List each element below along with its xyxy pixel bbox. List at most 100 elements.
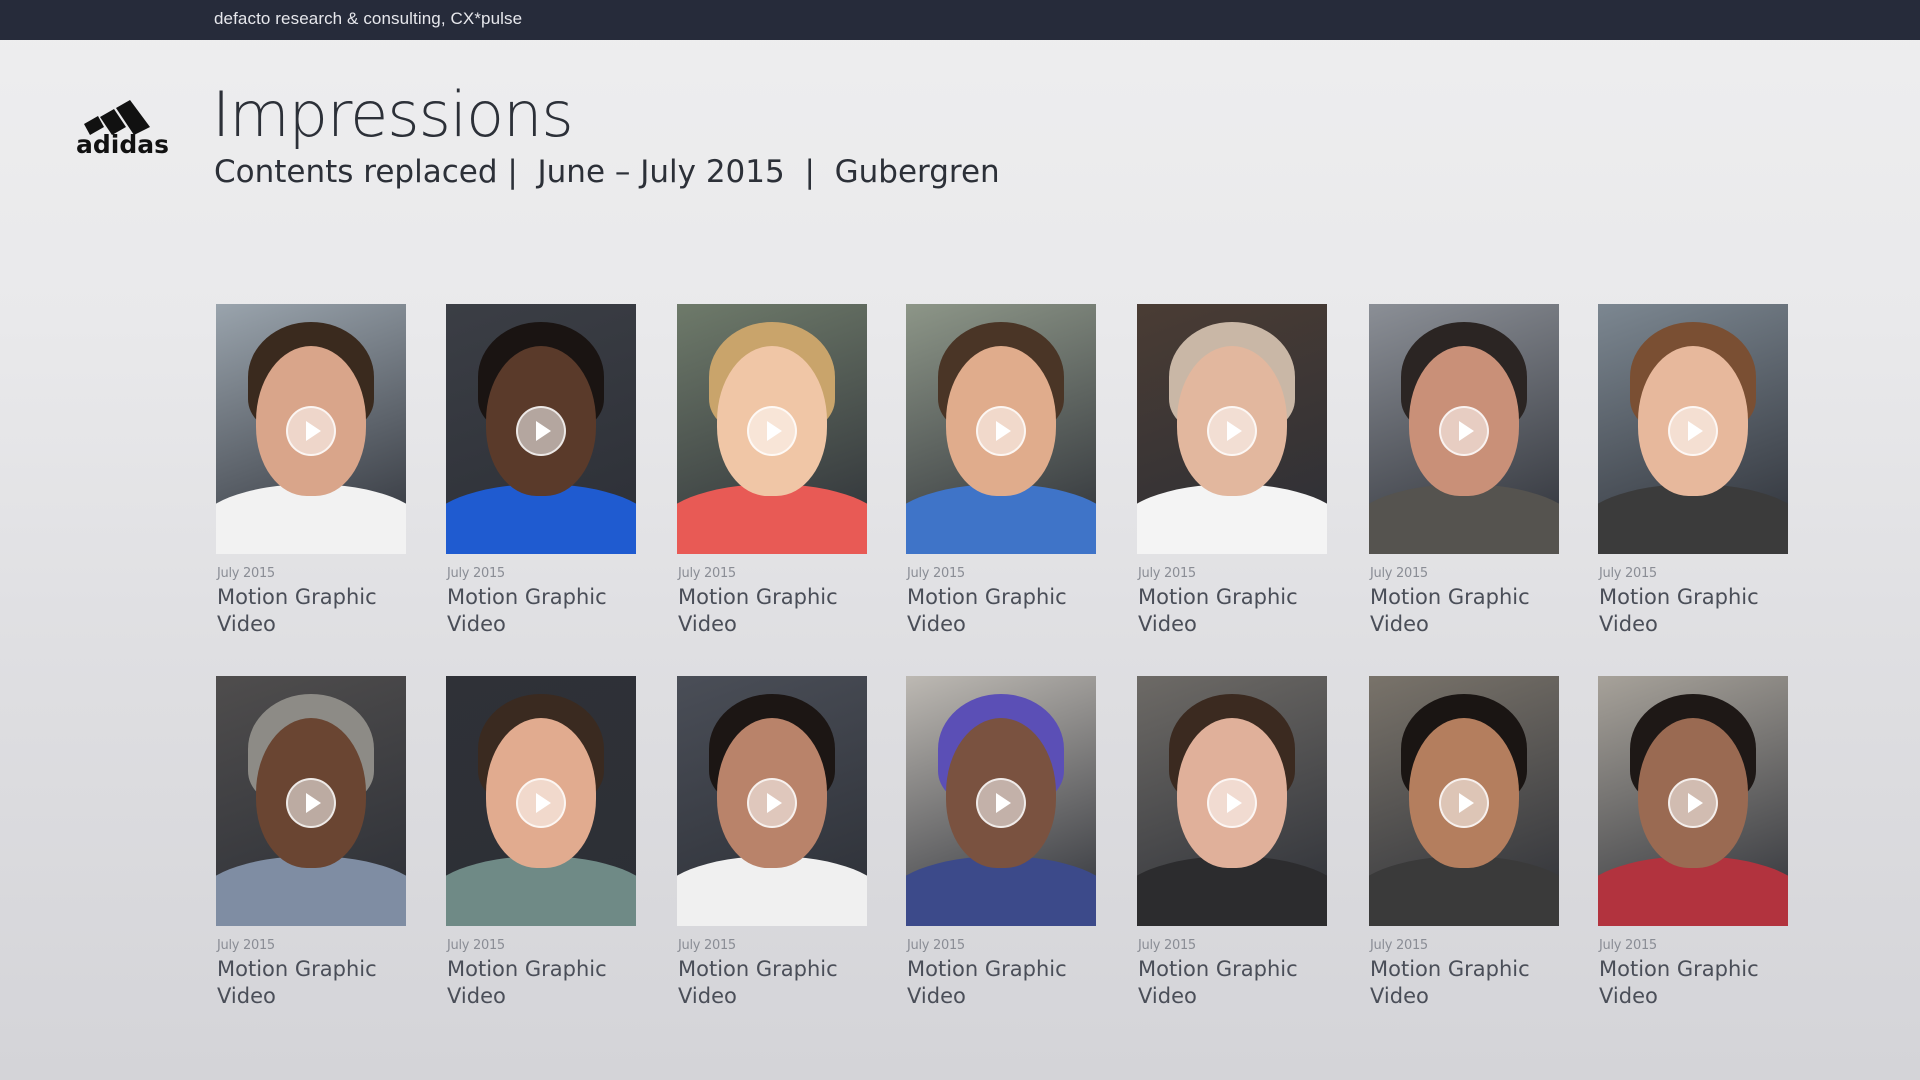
card-subtitle-line: Video xyxy=(217,612,276,636)
card-date: July 2015 xyxy=(1370,938,1428,953)
video-thumbnail[interactable] xyxy=(216,304,406,554)
card-date: July 2015 xyxy=(217,566,275,581)
card-title-line: Motion Graphic xyxy=(907,585,1067,609)
card-subtitle-line: Video xyxy=(1599,612,1658,636)
card-subtitle-line: Video xyxy=(447,612,506,636)
card-title-line: Motion Graphic xyxy=(217,585,377,609)
video-thumbnail[interactable] xyxy=(677,304,867,554)
card-subtitle-line: Video xyxy=(1138,612,1197,636)
video-card[interactable]: July 2015 Motion Graphic Video xyxy=(446,304,636,654)
card-date: July 2015 xyxy=(1599,566,1657,581)
card-date: July 2015 xyxy=(907,566,965,581)
video-thumbnail[interactable] xyxy=(677,676,867,926)
card-subtitle-line: Video xyxy=(1370,984,1429,1008)
play-circle-icon[interactable] xyxy=(1207,778,1257,828)
card-subtitle-line: Video xyxy=(447,984,506,1008)
play-circle-icon[interactable] xyxy=(1207,406,1257,456)
video-card[interactable]: July 2015 Motion Graphic Video xyxy=(906,676,1096,1026)
page-title: Impressions xyxy=(212,78,574,151)
video-card[interactable]: July 2015 Motion Graphic Video xyxy=(677,676,867,1026)
play-circle-icon[interactable] xyxy=(976,406,1026,456)
video-thumbnail[interactable] xyxy=(1369,304,1559,554)
top-bar: defacto research & consulting, CX*pulse xyxy=(0,0,1920,40)
video-thumbnail[interactable] xyxy=(216,676,406,926)
play-circle-icon[interactable] xyxy=(286,406,336,456)
play-circle-icon[interactable] xyxy=(747,778,797,828)
card-date: July 2015 xyxy=(217,938,275,953)
card-date: July 2015 xyxy=(1599,938,1657,953)
video-card[interactable]: July 2015 Motion Graphic Video xyxy=(1598,676,1788,1026)
card-title-line: Motion Graphic xyxy=(447,957,607,981)
card-subtitle-line: Video xyxy=(217,984,276,1008)
video-card[interactable]: July 2015 Motion Graphic Video xyxy=(216,676,406,1026)
video-card[interactable]: July 2015 Motion Graphic Video xyxy=(1137,304,1327,654)
card-title: Motion Graphic Video xyxy=(907,584,1107,638)
video-thumbnail[interactable] xyxy=(906,676,1096,926)
card-title: Motion Graphic Video xyxy=(1599,584,1799,638)
card-title-line: Motion Graphic xyxy=(678,585,838,609)
card-subtitle-line: Video xyxy=(1370,612,1429,636)
card-title-line: Motion Graphic xyxy=(1370,585,1530,609)
video-card[interactable]: July 2015 Motion Graphic Video xyxy=(1369,304,1559,654)
video-thumbnail[interactable] xyxy=(1598,304,1788,554)
play-circle-icon[interactable] xyxy=(976,778,1026,828)
card-title: Motion Graphic Video xyxy=(678,956,878,1010)
video-thumbnail[interactable] xyxy=(1598,676,1788,926)
card-date: July 2015 xyxy=(1370,566,1428,581)
play-circle-icon[interactable] xyxy=(286,778,336,828)
card-title: Motion Graphic Video xyxy=(1138,584,1338,638)
card-title-line: Motion Graphic xyxy=(217,957,377,981)
video-card[interactable]: July 2015 Motion Graphic Video xyxy=(1369,676,1559,1026)
play-circle-icon[interactable] xyxy=(1439,406,1489,456)
video-card[interactable]: July 2015 Motion Graphic Video xyxy=(446,676,636,1026)
card-title: Motion Graphic Video xyxy=(1599,956,1799,1010)
card-title-line: Motion Graphic xyxy=(447,585,607,609)
card-title: Motion Graphic Video xyxy=(907,956,1107,1010)
card-title: Motion Graphic Video xyxy=(1370,956,1570,1010)
card-title-line: Motion Graphic xyxy=(907,957,1067,981)
play-circle-icon[interactable] xyxy=(516,406,566,456)
card-date: July 2015 xyxy=(678,566,736,581)
card-title-line: Motion Graphic xyxy=(1138,585,1298,609)
card-title: Motion Graphic Video xyxy=(217,584,417,638)
card-title-line: Motion Graphic xyxy=(1599,585,1759,609)
card-date: July 2015 xyxy=(678,938,736,953)
play-circle-icon[interactable] xyxy=(1668,778,1718,828)
play-circle-icon[interactable] xyxy=(516,778,566,828)
card-title: Motion Graphic Video xyxy=(447,956,647,1010)
video-thumbnail[interactable] xyxy=(906,304,1096,554)
card-date: July 2015 xyxy=(1138,566,1196,581)
card-subtitle-line: Video xyxy=(1138,984,1197,1008)
video-card[interactable]: July 2015 Motion Graphic Video xyxy=(906,304,1096,654)
video-card[interactable]: July 2015 Motion Graphic Video xyxy=(216,304,406,654)
card-title: Motion Graphic Video xyxy=(447,584,647,638)
video-thumbnail[interactable] xyxy=(446,676,636,926)
card-date: July 2015 xyxy=(907,938,965,953)
card-subtitle-line: Video xyxy=(1599,984,1658,1008)
card-title-line: Motion Graphic xyxy=(1599,957,1759,981)
card-date: July 2015 xyxy=(1138,938,1196,953)
play-circle-icon[interactable] xyxy=(747,406,797,456)
card-title-line: Motion Graphic xyxy=(1370,957,1530,981)
video-thumbnail[interactable] xyxy=(1137,676,1327,926)
company-label: defacto research & consulting, CX*pulse xyxy=(214,9,523,28)
card-subtitle-line: Video xyxy=(907,984,966,1008)
card-subtitle-line: Video xyxy=(678,984,737,1008)
video-card[interactable]: July 2015 Motion Graphic Video xyxy=(1137,676,1327,1026)
svg-text:adidas: adidas xyxy=(76,130,169,156)
video-thumbnail[interactable] xyxy=(446,304,636,554)
card-title: Motion Graphic Video xyxy=(678,584,878,638)
card-date: July 2015 xyxy=(447,938,505,953)
video-grid: July 2015 Motion Graphic Video July 2015 Mot… xyxy=(216,304,1790,1024)
video-card[interactable]: July 2015 Motion Graphic Video xyxy=(1598,304,1788,654)
card-title: Motion Graphic Video xyxy=(217,956,417,1010)
play-circle-icon[interactable] xyxy=(1439,778,1489,828)
video-thumbnail[interactable] xyxy=(1137,304,1327,554)
card-date: July 2015 xyxy=(447,566,505,581)
card-subtitle-line: Video xyxy=(907,612,966,636)
video-thumbnail[interactable] xyxy=(1369,676,1559,926)
card-title: Motion Graphic Video xyxy=(1138,956,1338,1010)
card-title-line: Motion Graphic xyxy=(678,957,838,981)
video-card[interactable]: July 2015 Motion Graphic Video xyxy=(677,304,867,654)
play-circle-icon[interactable] xyxy=(1668,406,1718,456)
